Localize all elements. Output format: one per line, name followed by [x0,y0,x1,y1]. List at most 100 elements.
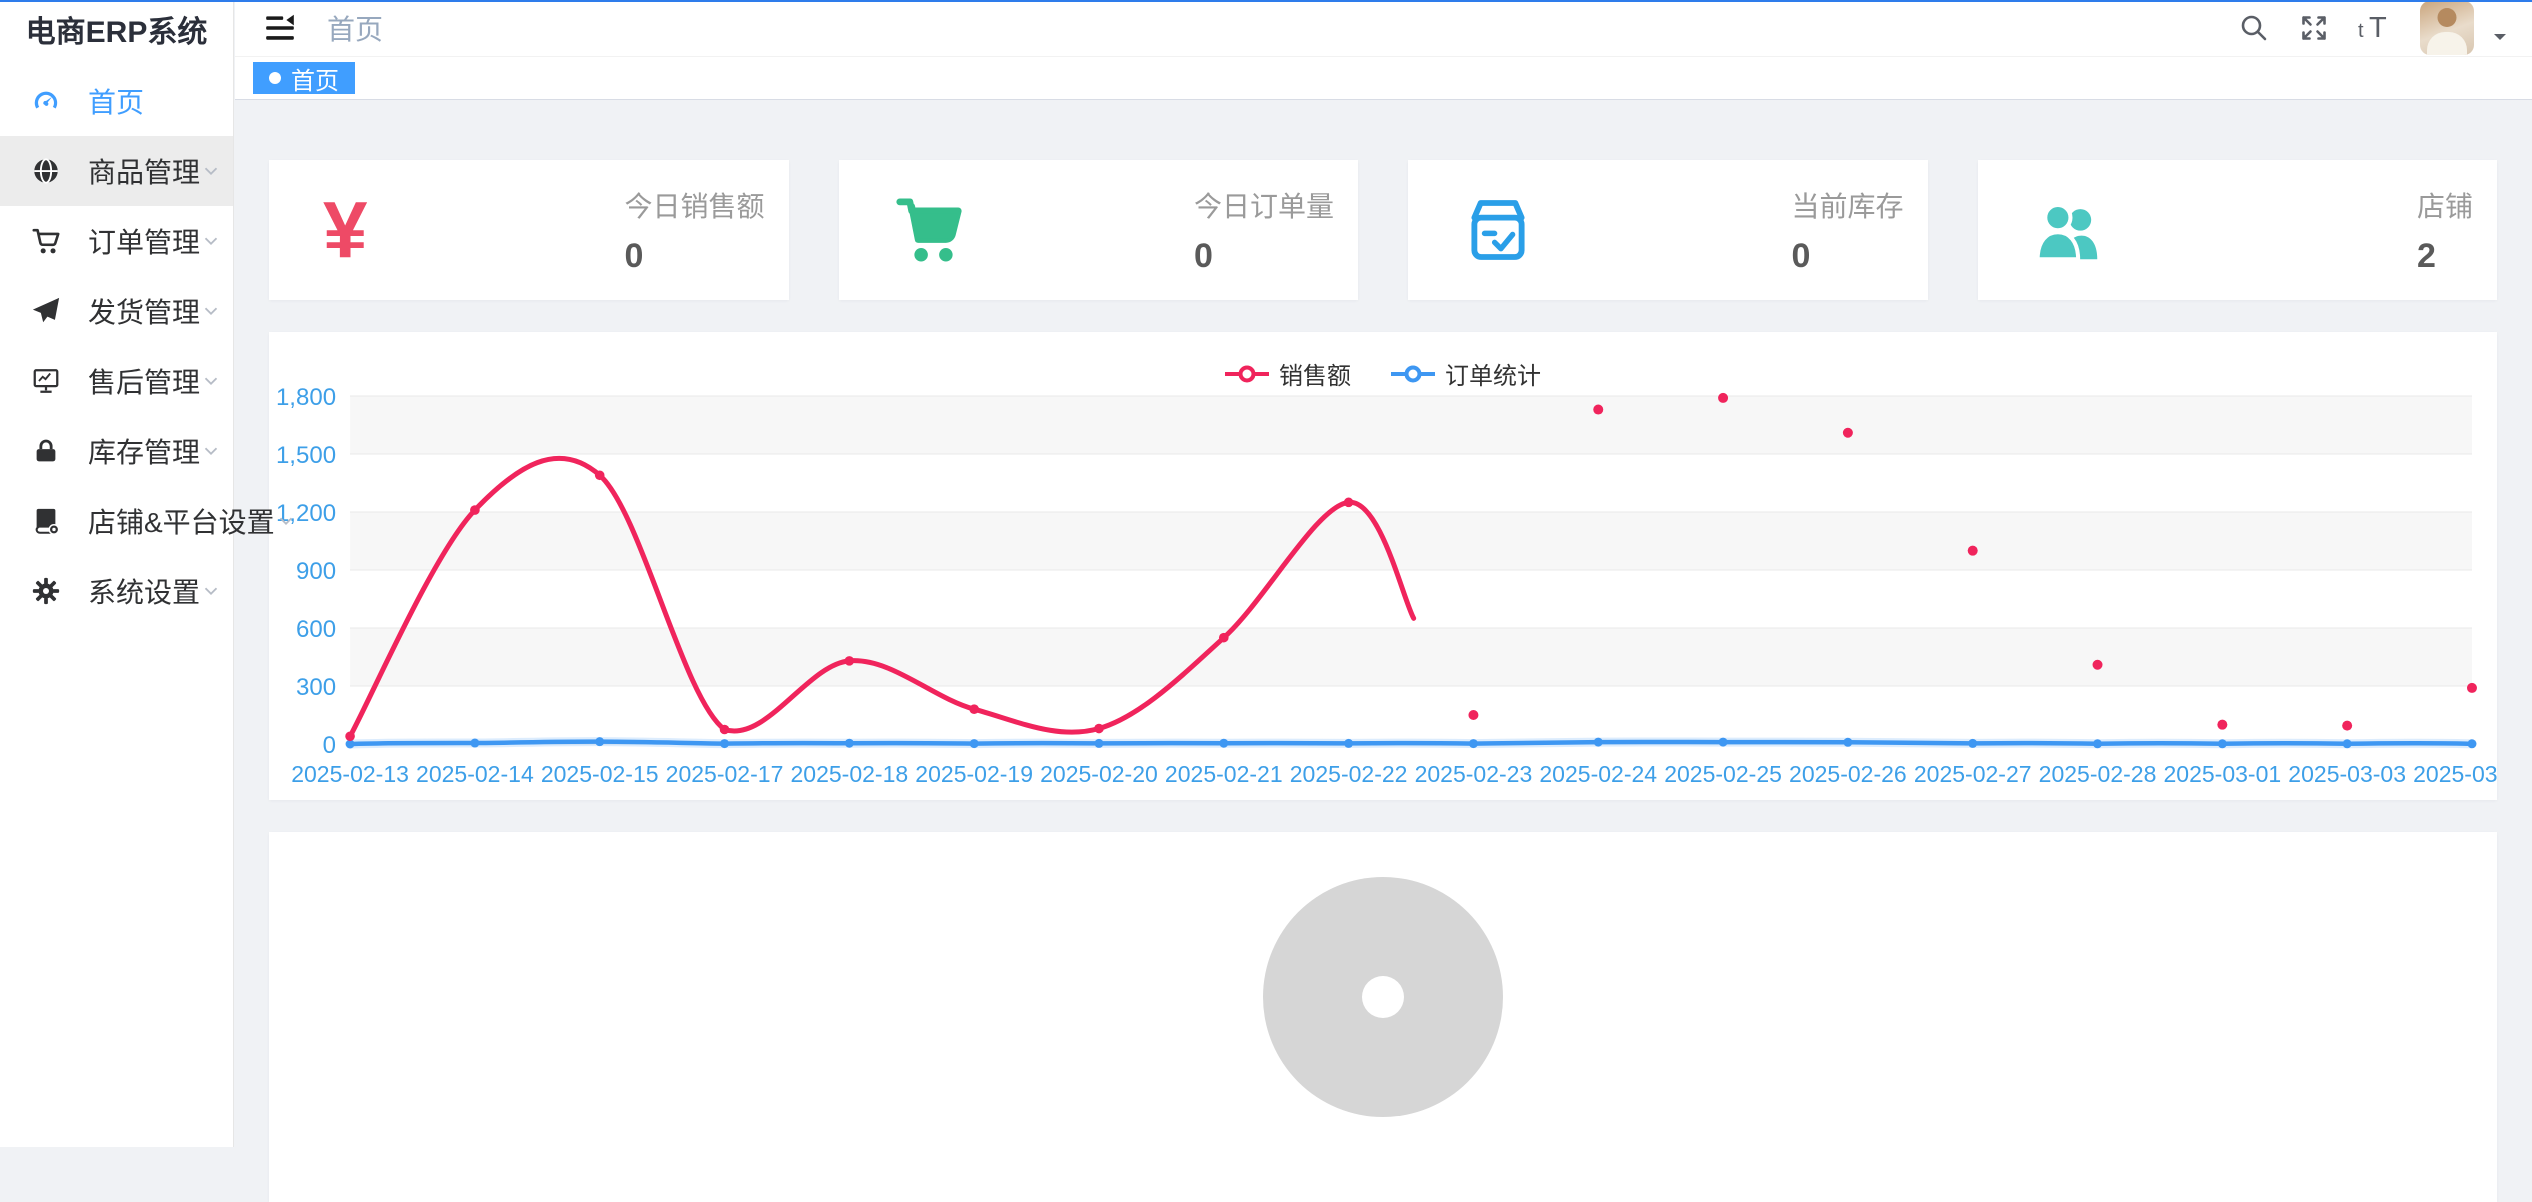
chevron-down-icon [200,160,222,182]
topbar: 首页 tT [235,0,2532,57]
svg-text:2025-02-24: 2025-02-24 [1539,761,1657,787]
legend-item-orders[interactable]: 订单统计 [1391,356,1541,391]
chevron-down-icon [200,440,222,462]
cart-solid-icon [893,194,993,266]
svg-text:2025-02-28: 2025-02-28 [2039,761,2157,787]
legend-label-orders: 订单统计 [1445,356,1541,391]
empty-pie-chart [1263,877,1503,1117]
sidebar-item-shipping[interactable]: 发货管理 [0,276,233,346]
svg-text:2025-02-13: 2025-02-13 [291,761,409,787]
sidebar-item-aftersale[interactable]: 售后管理 [0,346,233,416]
svg-text:2025-02-19: 2025-02-19 [915,761,1033,787]
sidebar-item-products[interactable]: 商品管理 [0,136,233,206]
line-chart-card: 销售额 订单统计 03006009001,2001,5001,8002025-0… [269,332,2497,800]
sales-legend-marker [1225,364,1269,384]
avatar-body-shape [2427,32,2467,55]
content: ¥今日销售额0今日订单量0当前库存0店铺2 销售额 订单统计 [235,100,2532,1202]
svg-text:2025-02-26: 2025-02-26 [1789,761,1907,787]
legend-label-sales: 销售额 [1279,356,1351,391]
stat-card-label: 今日订单量 [1194,185,1334,225]
tab-home[interactable]: 首页 [253,62,355,94]
globe-icon [30,155,62,187]
sidebar-item-platform[interactable]: 店铺&平台设置 [0,486,233,556]
cart-icon [30,225,62,257]
stat-card-label: 当前库存 [1791,185,1903,225]
stat-card-text: 今日订单量 0 [1194,185,1334,276]
avatar-head-shape [2438,8,2457,27]
chevron-down-icon [200,370,222,392]
fullscreen-icon[interactable] [2298,12,2330,44]
chevron-down-icon [200,580,222,602]
font-size-icon[interactable]: tT [2358,12,2392,44]
sidebar-item-inventory[interactable]: 库存管理 [0,416,233,486]
svg-text:900: 900 [296,558,336,585]
stat-card-shops: 店铺 2 [1978,160,2498,300]
chevron-down-icon [200,300,222,322]
chevron-down-icon [200,230,222,252]
sidebar-item-system[interactable]: 系统设置 [0,556,233,626]
svg-text:2025-02-14: 2025-02-14 [416,761,534,787]
sidebar-item-label: 首页 [88,81,211,121]
sidebar-item-label: 系统设置 [88,571,200,611]
sidebar: 电商ERP系统 首页商品管理订单管理发货管理售后管理库存管理店铺&平台设置系统设… [0,0,234,1147]
box-check-icon [1462,194,1562,266]
svg-text:2025-03-04: 2025-03-04 [2413,761,2497,787]
svg-text:1,500: 1,500 [276,442,336,469]
stat-card-value: 0 [624,237,764,276]
svg-text:2025-02-20: 2025-02-20 [1040,761,1158,787]
tab-label: 首页 [291,61,339,96]
stat-card-value: 0 [1194,237,1334,276]
stat-card-sales-today: ¥ 今日销售额0 [269,160,789,300]
svg-text:300: 300 [296,674,336,701]
dashboard-icon [30,85,62,117]
sidebar-item-label: 商品管理 [88,151,200,191]
yen-icon: ¥ [323,190,423,270]
stat-card-orders-today: 今日订单量 0 [839,160,1359,300]
stat-card-stock: 当前库存0 [1408,160,1928,300]
sidebar-nav: 首页商品管理订单管理发货管理售后管理库存管理店铺&平台设置系统设置 [0,66,233,626]
svg-text:2025-02-22: 2025-02-22 [1290,761,1408,787]
svg-text:2025-03-03: 2025-03-03 [2288,761,2406,787]
svg-text:600: 600 [296,616,336,643]
sidebar-item-label: 发货管理 [88,291,200,331]
stat-card-text: 今日销售额0 [624,185,764,276]
svg-text:2025-02-27: 2025-02-27 [1914,761,2032,787]
tab-active-dot [269,72,281,84]
svg-text:2025-02-21: 2025-02-21 [1165,761,1283,787]
orders-legend-marker [1391,364,1435,384]
legend-item-sales[interactable]: 销售额 [1225,356,1351,391]
book-gear-icon [30,505,62,537]
lock-icon [30,435,62,467]
svg-text:2025-03-01: 2025-03-01 [2163,761,2281,787]
topbar-actions: tT [2238,1,2510,55]
svg-text:T: T [2369,12,2387,44]
stat-card-text: 店铺 2 [2417,185,2473,276]
svg-text:2025-02-15: 2025-02-15 [541,761,659,787]
stat-card-label: 店铺 [2417,185,2473,225]
svg-text:0: 0 [323,732,336,759]
chevron-down-icon [275,510,297,532]
user-avatar[interactable] [2420,1,2474,55]
sidebar-item-label: 售后管理 [88,361,200,401]
pie-chart-hole [1362,976,1404,1018]
svg-text:2025-02-25: 2025-02-25 [1664,761,1782,787]
window-top-accent [0,0,2532,2]
users-icon [2032,194,2132,266]
sidebar-item-orders[interactable]: 订单管理 [0,206,233,276]
sidebar-collapse-icon[interactable] [263,11,297,45]
sidebar-item-label: 库存管理 [88,431,200,471]
caret-down-icon[interactable] [2490,27,2510,47]
monitor-chart-icon [30,365,62,397]
tabbar: 首页 [235,57,2532,100]
svg-text:2025-02-17: 2025-02-17 [666,761,784,787]
paper-plane-icon [30,295,62,327]
svg-text:2025-02-23: 2025-02-23 [1415,761,1533,787]
stat-card-value: 2 [2417,237,2473,276]
sidebar-item-label: 订单管理 [88,221,200,261]
gear-icon [30,575,62,607]
breadcrumb[interactable]: 首页 [327,8,383,48]
main-area: 首页 tT [235,0,2532,1147]
sidebar-item-home[interactable]: 首页 [0,66,233,136]
search-icon[interactable] [2238,12,2270,44]
svg-text:2025-02-18: 2025-02-18 [790,761,908,787]
